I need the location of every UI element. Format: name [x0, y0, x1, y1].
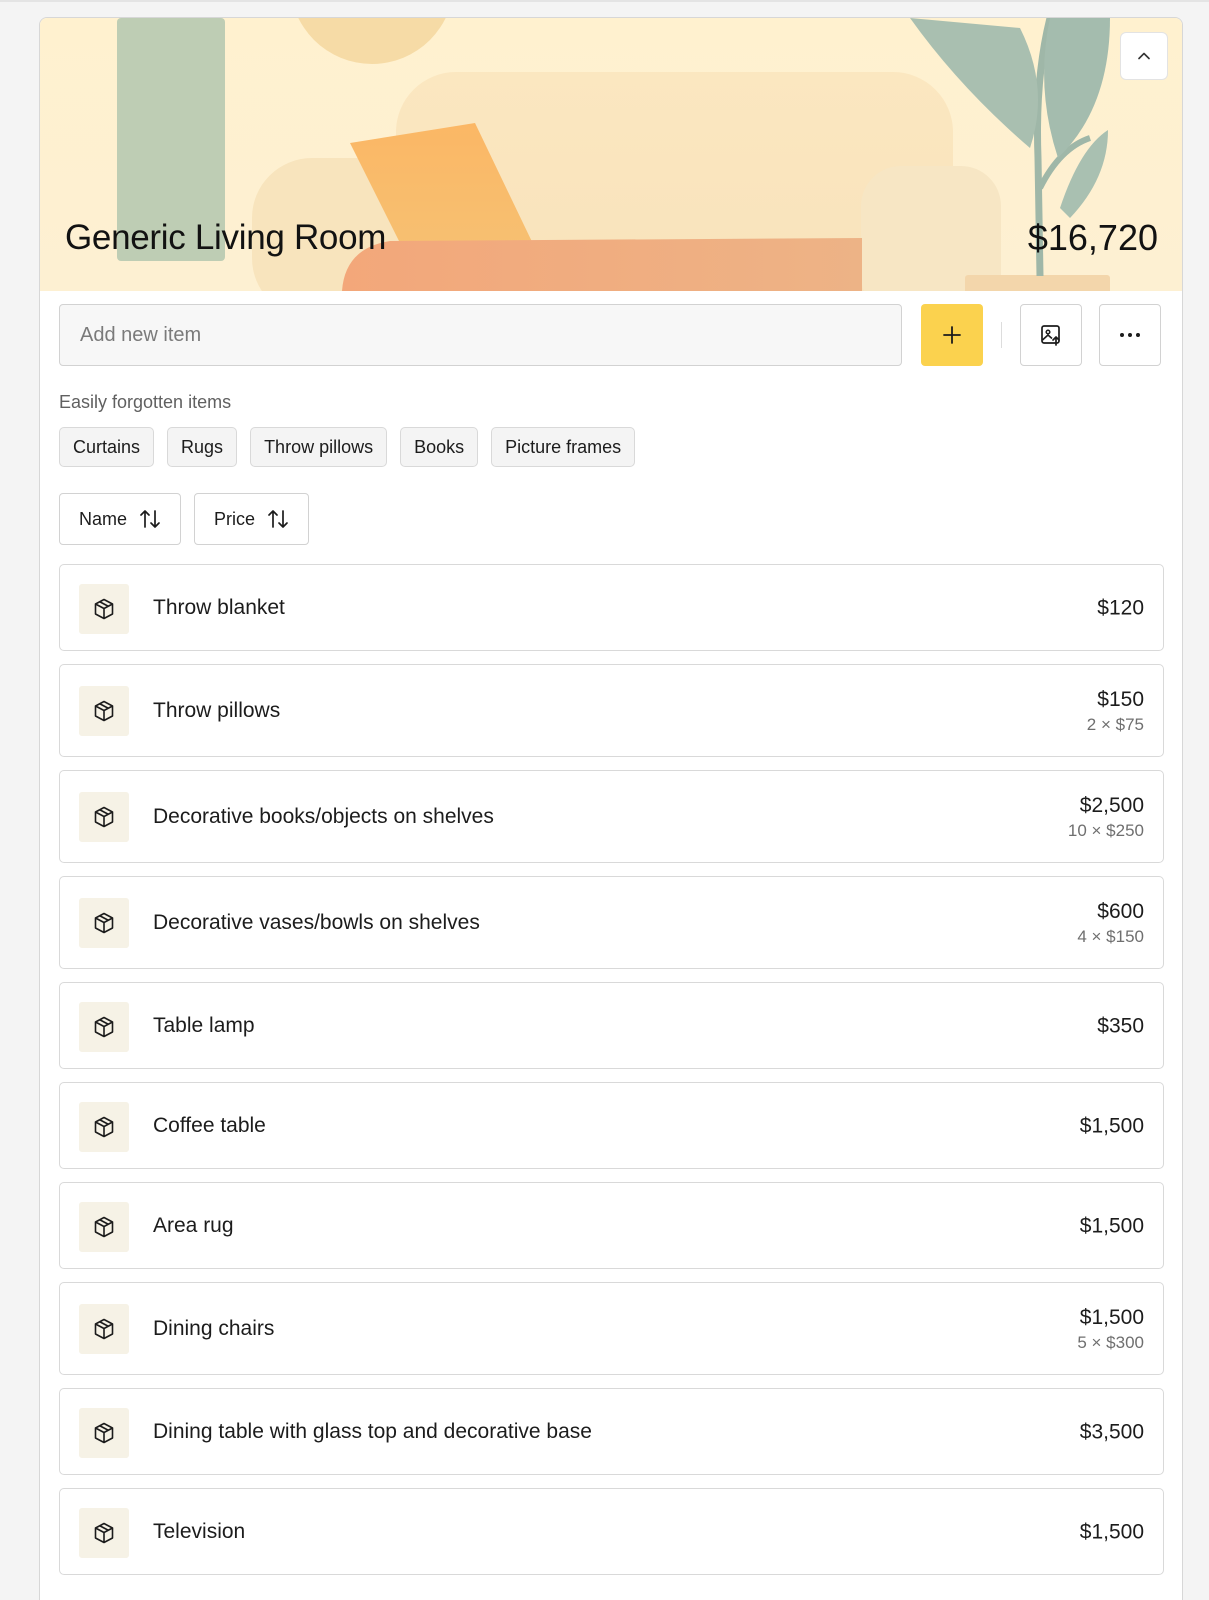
forgotten-items-chips: Curtains Rugs Throw pillows Books Pictur…	[59, 427, 636, 467]
collapse-button[interactable]	[1120, 32, 1168, 80]
list-item[interactable]: Table lamp $350	[59, 982, 1164, 1069]
sort-name-label: Name	[79, 508, 128, 529]
plus-icon	[943, 326, 961, 344]
add-item-input[interactable]	[59, 304, 902, 366]
sort-price-label: Price	[214, 508, 256, 529]
item-price: $1,500	[1079, 1520, 1144, 1543]
item-icon-box	[79, 1408, 129, 1458]
item-price: $150	[1097, 687, 1144, 711]
toolbar-divider	[1001, 322, 1002, 348]
item-name: Decorative vases/bowls on shelves	[153, 910, 480, 934]
chip-picture-frames[interactable]: Picture frames	[491, 427, 636, 467]
sort-arrows-icon	[140, 510, 160, 528]
package-icon	[94, 700, 114, 722]
room-card: Generic Living Room $16,720 Add new item…	[39, 17, 1183, 1600]
item-icon-box	[79, 686, 129, 736]
item-price: $2,500	[1079, 793, 1144, 817]
item-price: $350	[1097, 1014, 1144, 1037]
item-name: Decorative books/objects on shelves	[153, 804, 494, 828]
list-item[interactable]: Decorative vases/bowls on shelves $600 4…	[59, 876, 1164, 969]
chip-books[interactable]: Books	[400, 427, 479, 467]
item-price: $600	[1097, 899, 1144, 923]
item-quantity: 5 × $300	[1077, 1332, 1144, 1352]
list-item[interactable]: Throw pillows $150 2 × $75	[59, 664, 1164, 757]
room-hero-banner: Generic Living Room $16,720	[40, 18, 1182, 291]
package-icon	[94, 598, 114, 620]
item-quantity: 10 × $250	[1067, 820, 1144, 840]
item-icon-box	[79, 1102, 129, 1152]
top-divider	[0, 0, 1209, 2]
item-icon-box	[79, 792, 129, 842]
sort-by-name-button[interactable]: Name	[59, 493, 182, 545]
package-icon	[94, 912, 114, 934]
item-price-block: $350	[1097, 1012, 1144, 1039]
item-price: $1,500	[1079, 1114, 1144, 1137]
item-price-block: $1,500 5 × $300	[1077, 1304, 1144, 1354]
package-icon	[94, 1216, 114, 1238]
item-price-block: $2,500 10 × $250	[1068, 792, 1144, 842]
item-icon-box	[79, 1202, 129, 1252]
item-name: Television	[153, 1519, 246, 1543]
item-icon-box	[79, 1002, 129, 1052]
item-icon-box	[79, 1508, 129, 1558]
item-name: Table lamp	[153, 1013, 255, 1037]
item-name: Coffee table	[153, 1113, 266, 1137]
item-price-block: $3,500	[1080, 1418, 1144, 1445]
chip-curtains[interactable]: Curtains	[59, 427, 155, 467]
list-item[interactable]: Television $1,500	[59, 1488, 1164, 1575]
item-price-block: $120	[1097, 594, 1144, 621]
add-item-button[interactable]	[921, 304, 983, 366]
item-quantity: 2 × $75	[1086, 714, 1144, 734]
item-price: $3,500	[1079, 1420, 1144, 1443]
add-item-row	[59, 304, 1164, 366]
item-name: Throw pillows	[153, 698, 281, 722]
item-price: $1,500	[1079, 1305, 1144, 1329]
list-item[interactable]: Dining table with glass top and decorati…	[59, 1388, 1164, 1475]
item-price-block: $1,500	[1080, 1112, 1144, 1139]
chip-throw-pillows[interactable]: Throw pillows	[250, 427, 388, 467]
chevron-up-icon	[1138, 52, 1150, 60]
item-name: Dining chairs	[153, 1316, 275, 1340]
item-quantity: 4 × $150	[1077, 926, 1144, 946]
package-icon	[94, 1522, 114, 1544]
sort-controls: Name Price	[59, 493, 310, 545]
item-icon-box	[79, 584, 129, 634]
item-price-block: $1,500	[1080, 1212, 1144, 1239]
list-item[interactable]: Dining chairs $1,500 5 × $300	[59, 1282, 1164, 1375]
item-icon-box	[79, 1304, 129, 1354]
item-price-block: $1,500	[1080, 1518, 1144, 1545]
chip-rugs[interactable]: Rugs	[167, 427, 238, 467]
item-name: Area rug	[153, 1213, 234, 1237]
sort-arrows-icon	[268, 510, 288, 528]
item-name: Throw blanket	[153, 595, 285, 619]
package-icon	[94, 1016, 114, 1038]
forgotten-items-label: Easily forgotten items	[59, 392, 232, 412]
room-total-price: $16,720	[1027, 217, 1158, 258]
item-icon-box	[79, 898, 129, 948]
item-price-block: $150 2 × $75	[1087, 686, 1144, 736]
more-options-button[interactable]	[1099, 304, 1161, 366]
more-horizontal-icon	[1120, 333, 1140, 337]
package-icon	[94, 1422, 114, 1444]
item-price-block: $600 4 × $150	[1077, 898, 1144, 948]
item-name: Dining table with glass top and decorati…	[153, 1419, 592, 1443]
list-item[interactable]: Decorative books/objects on shelves $2,5…	[59, 770, 1164, 863]
package-icon	[94, 1116, 114, 1138]
item-price: $120	[1097, 596, 1144, 619]
upload-image-button[interactable]	[1020, 304, 1082, 366]
list-item[interactable]: Area rug $1,500	[59, 1182, 1164, 1269]
room-title: Generic Living Room	[65, 218, 387, 257]
sort-by-price-button[interactable]: Price	[194, 493, 310, 545]
item-price: $1,500	[1079, 1214, 1144, 1237]
package-icon	[94, 806, 114, 828]
list-item[interactable]: Throw blanket $120	[59, 564, 1164, 651]
package-icon	[94, 1318, 114, 1340]
image-upload-icon	[1041, 325, 1060, 346]
list-item[interactable]: Coffee table $1,500	[59, 1082, 1164, 1169]
